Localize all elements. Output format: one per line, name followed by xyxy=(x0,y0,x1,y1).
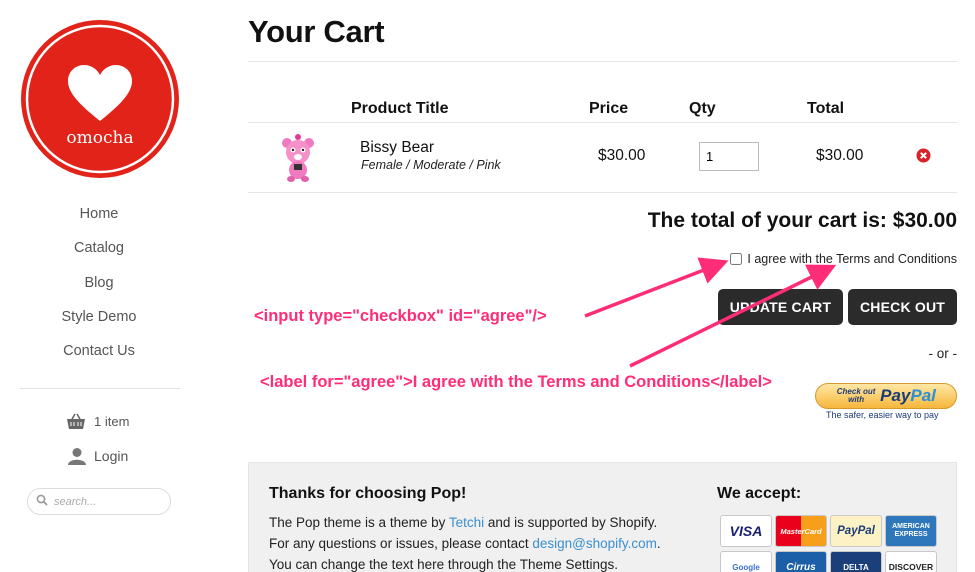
page-title: Your Cart xyxy=(248,14,385,49)
row-divider xyxy=(248,192,957,193)
sidebar: omocha Home Catalog Blog Style Demo Cont… xyxy=(0,0,200,572)
paypal-checkout-button[interactable]: Check out with PayPal xyxy=(815,383,957,409)
footer-line-1-pre: The Pop theme is a theme by xyxy=(269,515,449,530)
visa-card-icon: VISA xyxy=(720,515,772,547)
footer-line-1-post: and is supported by Shopify. xyxy=(484,515,658,530)
nav-item-blog[interactable]: Blog xyxy=(0,269,198,303)
google-checkout-icon: Google xyxy=(720,551,772,572)
footer-line-2: For any questions or issues, please cont… xyxy=(269,536,661,551)
footer-line-1: The Pop theme is a theme by Tetchi and i… xyxy=(269,515,657,530)
title-divider xyxy=(248,61,957,62)
paypal-card-icon: PayPal xyxy=(830,515,882,547)
cart-link[interactable]: 1 item xyxy=(66,410,129,432)
login-link[interactable]: Login xyxy=(68,445,128,467)
column-header-price: Price xyxy=(589,100,629,117)
cirrus-card-icon: Cirrus xyxy=(775,551,827,572)
nav-item-catalog[interactable]: Catalog xyxy=(0,234,198,268)
logo-text: omocha xyxy=(66,128,133,148)
annotation-checkbox-code: <input type="checkbox" id="agree"/> xyxy=(254,307,547,325)
checkout-button[interactable]: CHECK OUT xyxy=(848,289,957,325)
user-icon xyxy=(68,447,86,465)
email-link[interactable]: design@shopify.com xyxy=(532,536,657,551)
or-separator: - or - xyxy=(928,346,958,361)
search-input[interactable] xyxy=(54,495,164,508)
nav-item-home[interactable]: Home xyxy=(0,200,198,234)
update-cart-button[interactable]: UPDATE CART xyxy=(718,289,843,325)
footer: Thanks for choosing Pop! The Pop theme i… xyxy=(248,462,957,572)
nav-item-contact-us[interactable]: Contact Us xyxy=(0,337,198,371)
annotation-arrow-checkbox xyxy=(584,257,729,318)
paypal-tagline: The safer, easier way to pay xyxy=(826,410,939,420)
tetchi-link[interactable]: Tetchi xyxy=(449,515,484,530)
annotation-label-code: <label for="agree">I agree with the Term… xyxy=(260,373,772,391)
footer-line-2-pre: For any questions or issues, please cont… xyxy=(269,536,533,551)
quantity-input[interactable] xyxy=(699,142,759,171)
main-nav: Home Catalog Blog Style Demo Contact Us xyxy=(0,200,198,371)
basket-icon xyxy=(66,412,86,430)
agree-checkbox[interactable] xyxy=(730,253,743,265)
cart-count: 1 item xyxy=(94,413,130,429)
product-variant: Female / Moderate / Pink xyxy=(361,158,501,172)
cart-total: The total of your cart is: $30.00 xyxy=(647,209,957,232)
footer-title: Thanks for choosing Pop! xyxy=(269,485,467,502)
mastercard-icon: MasterCard xyxy=(775,515,827,547)
sidebar-divider xyxy=(20,388,180,389)
footer-line-3: You can change the text here through the… xyxy=(269,557,618,572)
remove-item-icon[interactable] xyxy=(916,148,931,163)
paypal-brand-pay: Pay xyxy=(880,386,911,405)
paypal-logo: PayPal xyxy=(880,386,936,406)
product-thumbnail[interactable] xyxy=(277,133,319,183)
login-label: Login xyxy=(94,448,129,464)
paypal-brand-pal: Pal xyxy=(910,386,936,405)
accept-title: We accept: xyxy=(717,485,802,502)
agree-row: I agree with the Terms and Conditions xyxy=(730,252,957,266)
nav-item-style-demo[interactable]: Style Demo xyxy=(0,303,198,337)
column-header-qty: Qty xyxy=(689,100,716,117)
store-logo[interactable]: omocha xyxy=(20,19,180,179)
agree-label[interactable]: I agree with the Terms and Conditions xyxy=(747,252,957,266)
product-price: $30.00 xyxy=(598,147,646,164)
column-header-product: Product Title xyxy=(351,100,449,117)
search-icon xyxy=(36,493,48,511)
footer-line-2-post: . xyxy=(656,536,661,551)
product-name[interactable]: Bissy Bear xyxy=(360,139,434,157)
search-box[interactable] xyxy=(27,488,171,515)
header-divider xyxy=(248,122,957,123)
delta-card-icon: DELTA xyxy=(830,551,882,572)
line-total: $30.00 xyxy=(816,147,864,164)
amex-card-icon: AMERICAN EXPRESS xyxy=(885,515,937,547)
column-header-total: Total xyxy=(807,100,845,117)
paypal-small-text: Check out with xyxy=(836,387,876,404)
discover-card-icon: DISCOVER xyxy=(885,551,937,572)
